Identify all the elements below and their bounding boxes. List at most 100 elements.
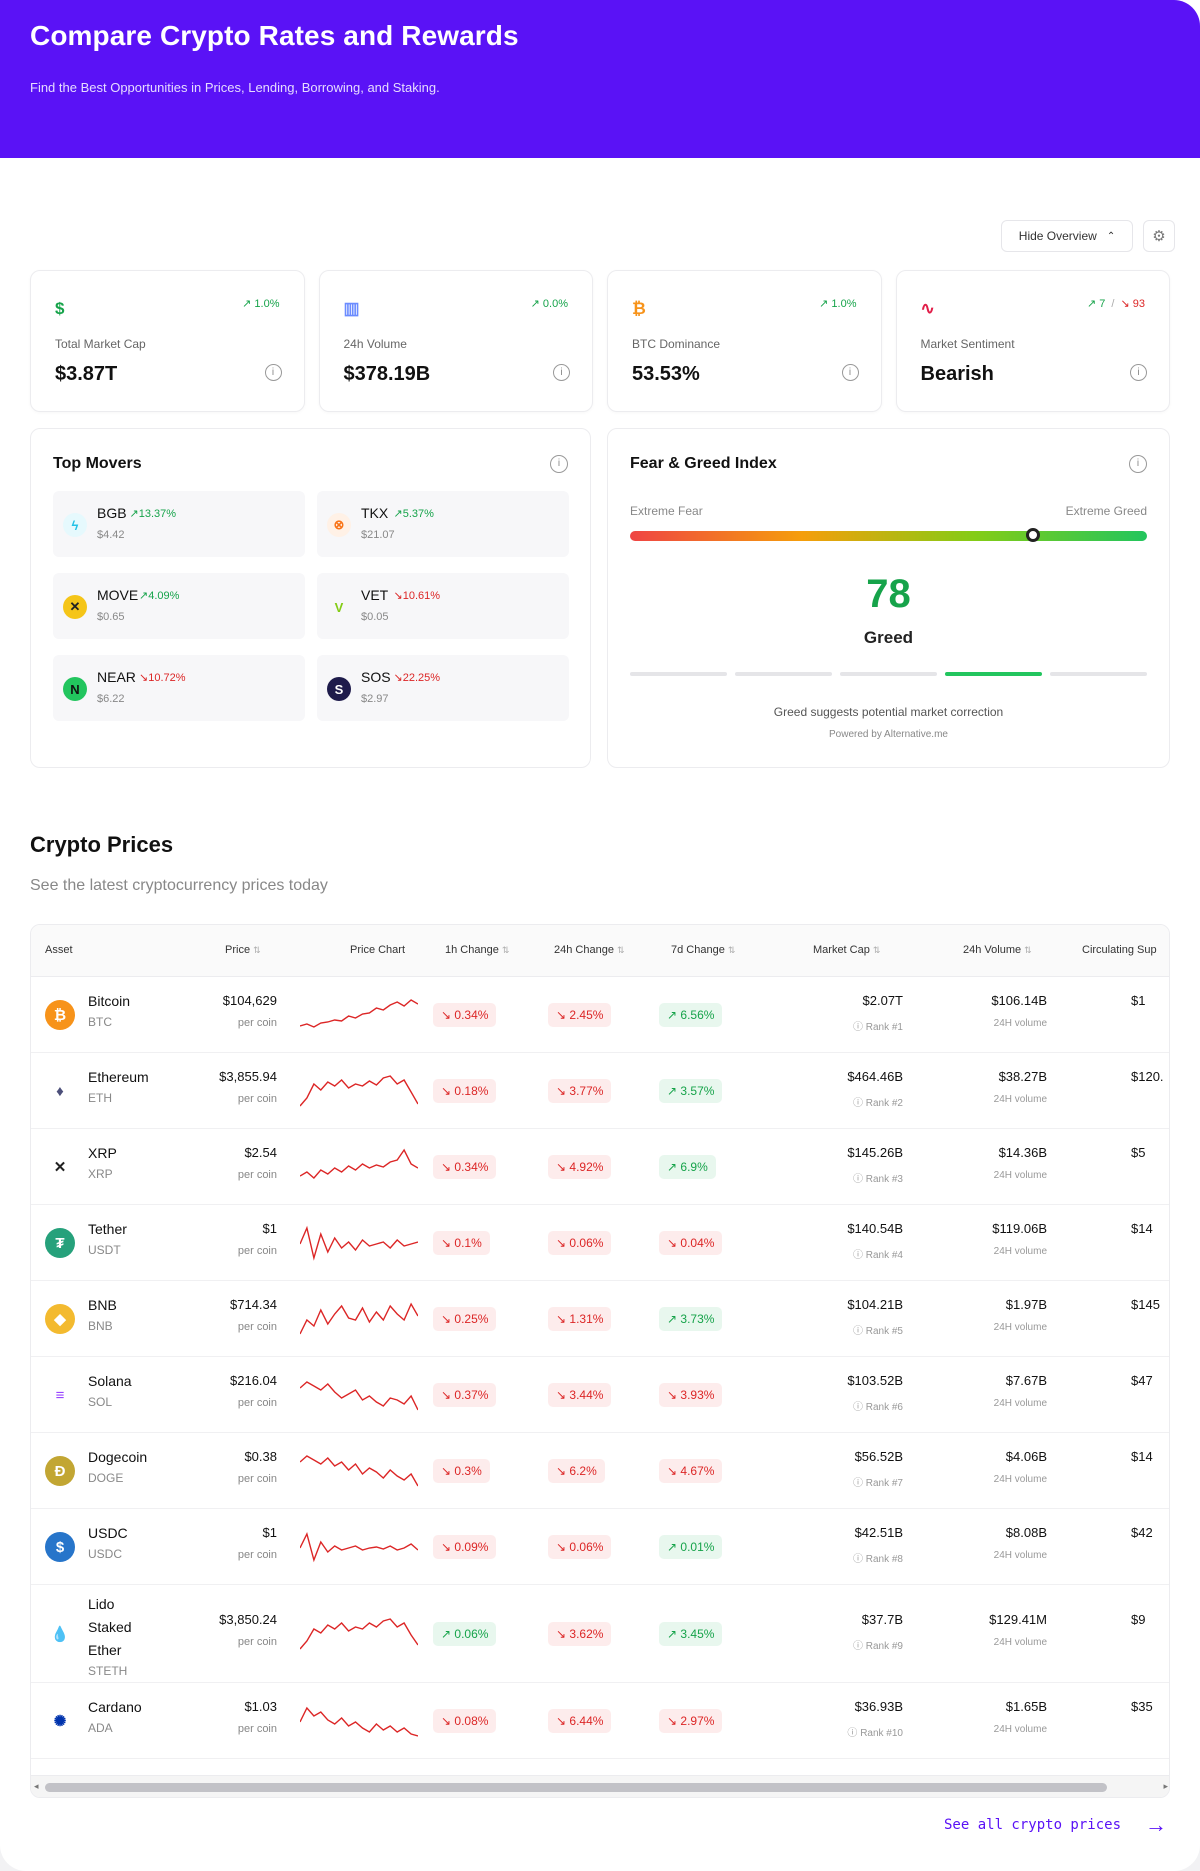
asset-name[interactable]: Staked — [88, 1616, 132, 1639]
change-value: 3.45% — [680, 1627, 715, 1641]
change-h1-badge: ↘ 0.09% — [433, 1535, 497, 1559]
change-value: 0.34% — [454, 1008, 489, 1022]
asset-name[interactable]: Ether — [88, 1639, 121, 1662]
mover-change-value: 10.72% — [148, 672, 186, 684]
asset-name[interactable]: BNB — [88, 1294, 117, 1317]
per-coin-label: per coin — [237, 1321, 277, 1333]
trend-down-icon: ↘ — [667, 1388, 681, 1402]
asset-price: $1.03 — [244, 1699, 277, 1714]
market-cap: $37.7B — [861, 1612, 903, 1627]
rank-value: Rank #7 — [865, 1478, 903, 1489]
table-row[interactable]: ◆ BNB BNB $714.34 per coin ↘ 0.25% ↘ 1.31% ↗ 3.… — [31, 1281, 1169, 1357]
asset-name[interactable]: Dogecoin — [88, 1446, 147, 1469]
hide-overview-button[interactable]: Hide Overview ⌃ — [1001, 220, 1133, 252]
fear-greed-segment — [735, 672, 832, 676]
mover-item-tkx[interactable]: ⊗ TKX ↗5.37% $21.07 — [317, 491, 569, 557]
change-d7-badge: ↗ 0.01% — [659, 1535, 723, 1559]
table-row[interactable]: ✕ XRP XRP $2.54 per coin ↘ 0.34% ↘ 4.92% ↗ 6.9%… — [31, 1129, 1169, 1205]
asset-name[interactable]: XRP — [88, 1142, 117, 1165]
mover-item-near[interactable]: N NEAR ↘10.72% $6.22 — [53, 655, 305, 721]
mover-change: ↗4.09% — [139, 589, 179, 602]
change-h1-badge: ↘ 0.18% — [433, 1079, 497, 1103]
market-cap: $140.54B — [847, 1221, 903, 1236]
mover-change: ↘10.72% — [139, 671, 186, 684]
asset-name[interactable]: Tether — [88, 1218, 127, 1241]
table-row[interactable]: ₮ Tether USDT $1 per coin ↘ 0.1% ↘ 0.06% ↘ 0.04… — [31, 1205, 1169, 1281]
asset-symbol: ETH — [88, 1091, 112, 1105]
asset-name[interactable]: Ethereum — [88, 1066, 149, 1089]
scroll-right-icon[interactable]: ▸ — [1163, 1781, 1168, 1792]
col-7d-change[interactable]: 7d Change ⇅ — [671, 944, 735, 956]
asset-name[interactable]: Bitcoin — [88, 990, 130, 1013]
market-cap: $56.52B — [854, 1449, 903, 1464]
asset-price: $3,855.94 — [219, 1069, 277, 1084]
asset-symbol: USDC — [88, 1547, 123, 1561]
xrp-icon: ✕ — [45, 1152, 75, 1182]
change-h24-badge: ↘ 2.45% — [548, 1003, 612, 1027]
scrollbar-thumb[interactable] — [45, 1783, 1107, 1792]
mover-item-vet[interactable]: V VET ↘10.61% $0.05 — [317, 573, 569, 639]
stat-value: 53.53% — [632, 363, 700, 385]
table-row[interactable]: 💧 Lido Staked Ether STETH $3,850.24 per coin ↗ … — [31, 1585, 1169, 1683]
settings-button[interactable]: ⚙ — [1143, 220, 1175, 252]
table-row[interactable]: ♦ Ethereum ETH $3,855.94 per coin ↘ 0.18% ↘ 3.… — [31, 1053, 1169, 1129]
change-value: 0.25% — [454, 1312, 489, 1326]
scroll-left-icon[interactable]: ◂ — [34, 1781, 39, 1792]
asset-name[interactable]: Solana — [88, 1370, 132, 1393]
horizontal-scrollbar[interactable]: ◂ ▸ — [31, 1775, 1169, 1797]
sos-icon: S — [327, 677, 351, 701]
mover-item-move[interactable]: ✕ MOVE ↗4.09% $0.65 — [53, 573, 305, 639]
info-icon[interactable]: i — [264, 364, 282, 381]
market-rank: ⓘ Rank #1 — [853, 1018, 903, 1033]
pulse-icon: ∿ — [920, 299, 935, 318]
sparkline-path — [300, 1706, 418, 1737]
circulating-supply: $14 — [1131, 1221, 1153, 1236]
per-coin-label: per coin — [237, 1636, 277, 1648]
stat-value: $378.19B — [343, 363, 431, 385]
table-row[interactable]: $ USDC USDC $1 per coin ↘ 0.09% ↘ 0.06% ↗ 0.01%… — [31, 1509, 1169, 1585]
market-rank: ⓘ Rank #2 — [853, 1094, 903, 1109]
col-market-cap[interactable]: Market Cap ⇅ — [813, 944, 880, 956]
see-all-prices-link[interactable]: See all crypto prices — [944, 1817, 1121, 1833]
trend-down-icon: ↘ — [139, 672, 149, 684]
volume-label: 24H volume — [993, 1637, 1047, 1648]
mover-change-value: 5.37% — [402, 508, 434, 520]
mover-price: $4.42 — [97, 529, 125, 541]
asset-name[interactable]: USDC — [88, 1522, 128, 1545]
bitcoin-icon: ₿ — [45, 1000, 75, 1030]
volume-24h: $7.67B — [1005, 1373, 1047, 1388]
table-row[interactable]: Ð Dogecoin DOGE $0.38 per coin ↘ 0.3% ↘ 6.2% ↘ … — [31, 1433, 1169, 1509]
cardano-icon: ✺ — [45, 1706, 75, 1736]
table-row[interactable]: ≡ Solana SOL $216.04 per coin ↘ 0.37% ↘ 3.44% ↘… — [31, 1357, 1169, 1433]
info-icon[interactable]: i — [1130, 364, 1147, 381]
change-d7-badge: ↗ 3.45% — [659, 1622, 723, 1646]
change-d7-badge: ↘ 3.93% — [659, 1383, 723, 1407]
col-1h-change[interactable]: 1h Change ⇅ — [445, 944, 509, 956]
mover-item-bgb[interactable]: ϟ BGB ↗13.37% $4.42 — [53, 491, 305, 557]
mover-item-sos[interactable]: S SOS ↘22.25% $2.97 — [317, 655, 569, 721]
col-price[interactable]: Price ⇅ — [225, 944, 261, 956]
info-icon[interactable]: i — [553, 364, 570, 381]
per-coin-label: per coin — [237, 1245, 277, 1257]
col-24h-change[interactable]: 24h Change ⇅ — [554, 944, 625, 956]
info-icon[interactable]: i — [841, 364, 859, 381]
change-value: 0.06% — [454, 1627, 489, 1641]
asset-name[interactable]: Lido — [88, 1593, 114, 1616]
trend-down-icon: ↘ — [441, 1236, 455, 1250]
fear-greed-note: Greed suggests potential market correcti… — [773, 705, 1004, 719]
mover-price: $0.65 — [97, 611, 125, 623]
trend-up-icon: ↗ — [667, 1008, 681, 1022]
trend-down-icon: ↘ — [556, 1236, 570, 1250]
table-row[interactable]: ✺ Cardano ADA $1.03 per coin ↘ 0.08% ↘ 6.44% ↘ … — [31, 1683, 1169, 1759]
col-24h-volume[interactable]: 24h Volume ⇅ — [963, 944, 1032, 956]
info-icon[interactable]: i — [550, 455, 568, 473]
market-cap: $145.26B — [847, 1145, 903, 1160]
vet-icon: V — [327, 595, 351, 619]
circulating-supply: $35 — [1131, 1699, 1153, 1714]
info-icon[interactable]: i — [1129, 455, 1147, 473]
arrow-right-icon[interactable]: → — [1145, 1812, 1167, 1838]
volume-label: 24H volume — [993, 1018, 1047, 1029]
asset-name[interactable]: Cardano — [88, 1696, 142, 1719]
fear-greed-segment — [1050, 672, 1147, 676]
table-row[interactable]: ₿ Bitcoin BTC $104,629 per coin ↘ 0.34% ↘ 2.45… — [31, 977, 1169, 1053]
